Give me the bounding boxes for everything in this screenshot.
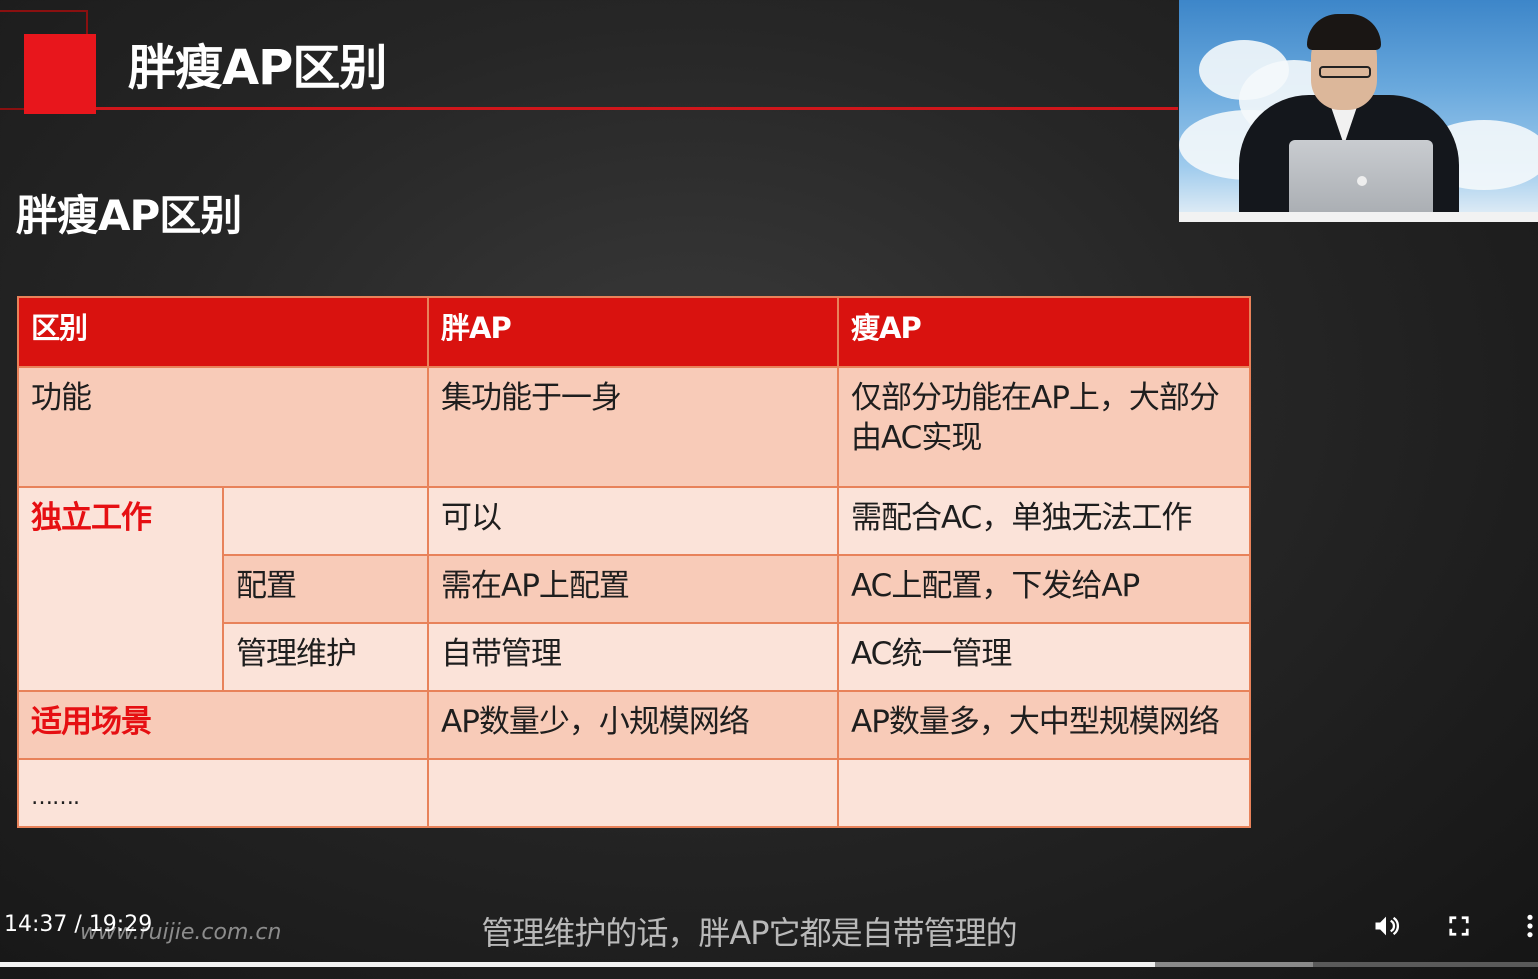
table-row: 功能 集功能于一身 仅部分功能在AP上，大部分由AC实现: [16, 366, 1252, 488]
time-current: 14:37: [4, 912, 68, 937]
header-difference: 区别: [16, 296, 430, 368]
table-row: 适用场景 AP数量少，小规模网络 AP数量多，大中型规模网络: [16, 690, 1252, 760]
cell-thin-function: 仅部分功能在AP上，大部分由AC实现: [837, 366, 1252, 488]
row-label-standalone: 独立工作: [17, 486, 224, 692]
progress-bar[interactable]: [0, 962, 1538, 967]
row-label-maintenance: 管理维护: [221, 622, 430, 692]
progress-played: [0, 962, 1156, 967]
row-label-config: 配置: [221, 554, 430, 624]
table-header-row: 区别 胖AP 瘦AP: [16, 296, 1252, 368]
cell-thin-more: [837, 758, 1252, 828]
table-row: …….: [16, 758, 1252, 828]
row-label-scenario: 适用场景: [16, 690, 430, 760]
cell-fat-config: 需在AP上配置: [427, 554, 840, 624]
cell-thin-standalone: 需配合AC，单独无法工作: [837, 486, 1252, 556]
header-fat-ap: 胖AP: [427, 296, 840, 368]
volume-icon: [1375, 916, 1400, 936]
slide-header-rule: [96, 107, 1178, 110]
comparison-table: 区别 胖AP 瘦AP 功能 集功能于一身 仅部分功能在AP上，大部分由AC实现 …: [16, 296, 1252, 828]
more-options-button[interactable]: [1510, 906, 1538, 946]
slide-decoration-square: [24, 34, 96, 114]
glasses-icon: [1319, 66, 1371, 78]
cell-fat-scenario: AP数量少，小规模网络: [427, 690, 840, 760]
fullscreen-icon: [1449, 916, 1469, 936]
header-thin-ap: 瘦AP: [837, 296, 1252, 368]
webcam-video: [1179, 0, 1538, 222]
slide-header-title: 胖瘦AP区别: [128, 40, 387, 96]
cell-fat-function: 集功能于一身: [427, 366, 840, 488]
cell-fat-standalone: 可以: [427, 486, 840, 556]
cell-fat-maintenance: 自带管理: [427, 622, 840, 692]
more-vertical-icon: [1527, 914, 1533, 938]
cell-fat-more: [427, 758, 840, 828]
cell-thin-maintenance: AC统一管理: [837, 622, 1252, 692]
row-label-more: …….: [16, 758, 430, 828]
fullscreen-button[interactable]: [1439, 906, 1479, 946]
cell-empty-sub: [221, 486, 430, 556]
volume-button[interactable]: [1366, 906, 1406, 946]
time-display: 14:37 / 19:29: [4, 912, 152, 937]
row-label-function: 功能: [16, 366, 430, 488]
cell-thin-config: AC上配置，下发给AP: [837, 554, 1252, 624]
time-total: 19:29: [88, 912, 153, 937]
laptop: [1289, 140, 1433, 222]
table-row: 独立工作 可以 需配合AC，单独无法工作: [17, 486, 1252, 692]
cell-thin-scenario: AP数量多，大中型规模网络: [837, 690, 1252, 760]
time-separator: /: [67, 912, 89, 937]
slide-subtitle: 胖瘦AP区别: [16, 191, 242, 240]
